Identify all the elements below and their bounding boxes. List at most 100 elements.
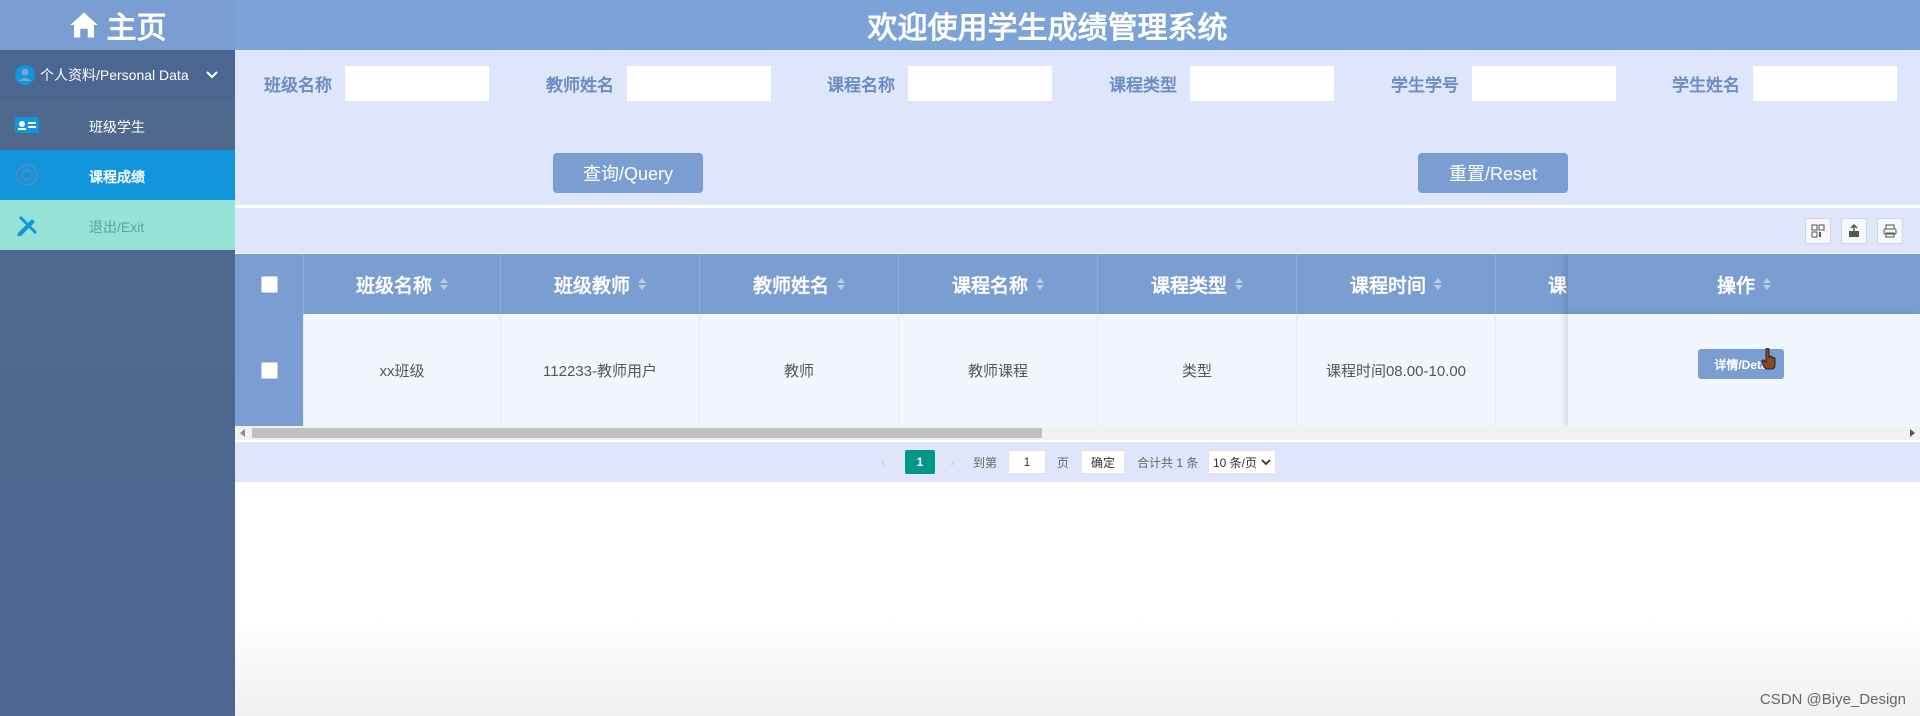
sidebar-item-class-students[interactable]: 班级学生 [0, 100, 235, 150]
sort-icon[interactable] [1235, 278, 1243, 290]
data-table: 班级名称 班级教师 教师姓名 课程名称 课程类型 课程时间 课 xx班级 112… [235, 254, 1920, 426]
print-button[interactable] [1877, 218, 1903, 244]
sort-icon[interactable] [1434, 278, 1442, 290]
sidebar-item-label: 课程成绩 [89, 169, 145, 185]
page-size-select[interactable]: 10 条/页 [1208, 450, 1277, 474]
reset-button[interactable]: 重置/Reset [1418, 153, 1568, 193]
page-confirm-button[interactable]: 确定 [1081, 450, 1125, 474]
table-cell: 教师 [700, 314, 899, 426]
column-header-label: 班级名称 [355, 275, 432, 297]
chevron-down-icon [1261, 459, 1271, 466]
field-label: 学生学号 [1391, 76, 1459, 95]
field-label: 教师姓名 [546, 76, 614, 95]
table-cell: 教师课程 [899, 314, 1098, 426]
course-type-input[interactable] [1189, 65, 1335, 102]
table-cell: xx班级 [304, 314, 501, 426]
pencil-ruler-icon [17, 215, 38, 236]
export-icon [1849, 224, 1859, 237]
content-background [235, 620, 1920, 716]
search-field-student-name: 学生姓名 [1660, 65, 1898, 102]
column-header-label: 课程名称 [951, 275, 1028, 297]
teacher-name-input[interactable] [626, 65, 772, 102]
sidebar-item-label: 班级学生 [89, 119, 145, 135]
sidebar-item-label: 退出/Exit [89, 219, 145, 235]
menu-group-personal-data[interactable]: 个人资料/Personal Data [0, 50, 235, 100]
print-icon [1883, 224, 1897, 238]
sidebar: 主页 个人资料/Personal Data 班级学生 课程成绩 退出/Exit [0, 0, 235, 716]
goto-label: 到第 [973, 455, 998, 470]
search-field-course-name: 课程名称 [815, 65, 1053, 102]
sort-icon[interactable] [638, 278, 646, 290]
page-jump-input[interactable] [1008, 450, 1046, 474]
select-all-cell [235, 254, 304, 314]
search-field-student-id: 学生学号 [1379, 65, 1617, 102]
column-header-label: 课程时间 [1349, 275, 1426, 297]
page-size-value: 10 条/页 [1213, 455, 1258, 470]
sort-icon[interactable] [440, 278, 448, 290]
select-all-checkbox[interactable] [260, 275, 278, 293]
sidebar-item-course-grades[interactable]: 课程成绩 [0, 150, 235, 200]
sidebar-item-exit[interactable]: 退出/Exit [0, 200, 235, 250]
sort-icon[interactable] [1763, 278, 1771, 290]
scroll-left-icon[interactable] [240, 429, 245, 437]
user-circle-icon [15, 65, 35, 85]
column-header[interactable]: 课程名称 [899, 254, 1098, 314]
table-cell: 112233-教师用户 [501, 314, 700, 426]
prev-page-icon[interactable]: ‹ [881, 450, 886, 474]
page-current[interactable]: 1 [905, 450, 935, 474]
column-header-label: 课程类型 [1150, 275, 1227, 297]
horizontal-scrollbar[interactable] [235, 426, 1920, 440]
chevron-down-icon [206, 71, 218, 79]
search-field-teacher-name: 教师姓名 [534, 65, 772, 102]
field-label: 班级名称 [264, 76, 332, 95]
home-icon [69, 12, 98, 38]
field-label: 课程名称 [827, 76, 895, 95]
row-checkbox[interactable] [260, 361, 278, 379]
hand-cursor-icon [1761, 348, 1776, 370]
export-button[interactable] [1841, 218, 1867, 244]
columns-button[interactable] [1805, 218, 1831, 244]
search-field-class-name: 班级名称 [252, 65, 490, 102]
action-cell: 详情/Deta [1568, 314, 1920, 426]
scrollbar-thumb[interactable] [252, 428, 1042, 438]
table-toolbar [235, 208, 1920, 253]
column-header-label: 课 [1548, 275, 1568, 297]
query-button[interactable]: 查询/Query [553, 153, 703, 193]
class-name-input[interactable] [344, 65, 490, 102]
table-cell: 课程时间08.00-10.00 [1297, 314, 1496, 426]
student-name-input[interactable] [1752, 65, 1898, 102]
target-icon [16, 164, 38, 186]
column-header-label: 班级教师 [553, 275, 630, 297]
course-name-input[interactable] [907, 65, 1053, 102]
watermark: CSDN @Biye_Design [1759, 691, 1906, 708]
column-header-label: 操作 [1716, 275, 1755, 297]
total-count: 合计共 1 条 [1137, 455, 1199, 470]
column-header[interactable]: 班级名称 [304, 254, 501, 314]
menu-group-label: 个人资料/Personal Data [40, 67, 189, 83]
id-card-icon [15, 117, 39, 133]
action-column-header[interactable]: 操作 [1568, 254, 1920, 314]
columns-icon [1811, 224, 1825, 238]
page-unit-label: 页 [1057, 455, 1070, 470]
field-label: 课程类型 [1109, 76, 1177, 95]
scroll-right-icon[interactable] [1910, 429, 1915, 437]
table-cell: 类型 [1098, 314, 1297, 426]
column-header[interactable]: 班级教师 [501, 254, 700, 314]
column-header[interactable]: 教师姓名 [700, 254, 899, 314]
sort-icon[interactable] [837, 278, 845, 290]
student-id-input[interactable] [1471, 65, 1617, 102]
home-label: 主页 [106, 12, 167, 45]
search-panel: 班级名称 教师姓名 课程名称 课程类型 学生学号 学生姓名 查询/Query 重… [235, 50, 1920, 205]
sort-icon[interactable] [1036, 278, 1044, 290]
column-header[interactable]: 课程时间 [1297, 254, 1496, 314]
column-header-label: 教师姓名 [752, 275, 829, 297]
row-select-cell [235, 314, 304, 426]
next-page-icon[interactable]: › [950, 450, 955, 474]
column-header[interactable]: 课程类型 [1098, 254, 1297, 314]
pagination: ‹ 1 › 到第 页 确定 合计共 1 条 10 条/页 [235, 442, 1920, 482]
search-field-course-type: 课程类型 [1097, 65, 1335, 102]
page-title: 欢迎使用学生成绩管理系统 [867, 12, 1228, 45]
page-header: 欢迎使用学生成绩管理系统 [235, 0, 1920, 50]
field-label: 学生姓名 [1672, 76, 1740, 95]
home-link[interactable]: 主页 [0, 0, 235, 50]
